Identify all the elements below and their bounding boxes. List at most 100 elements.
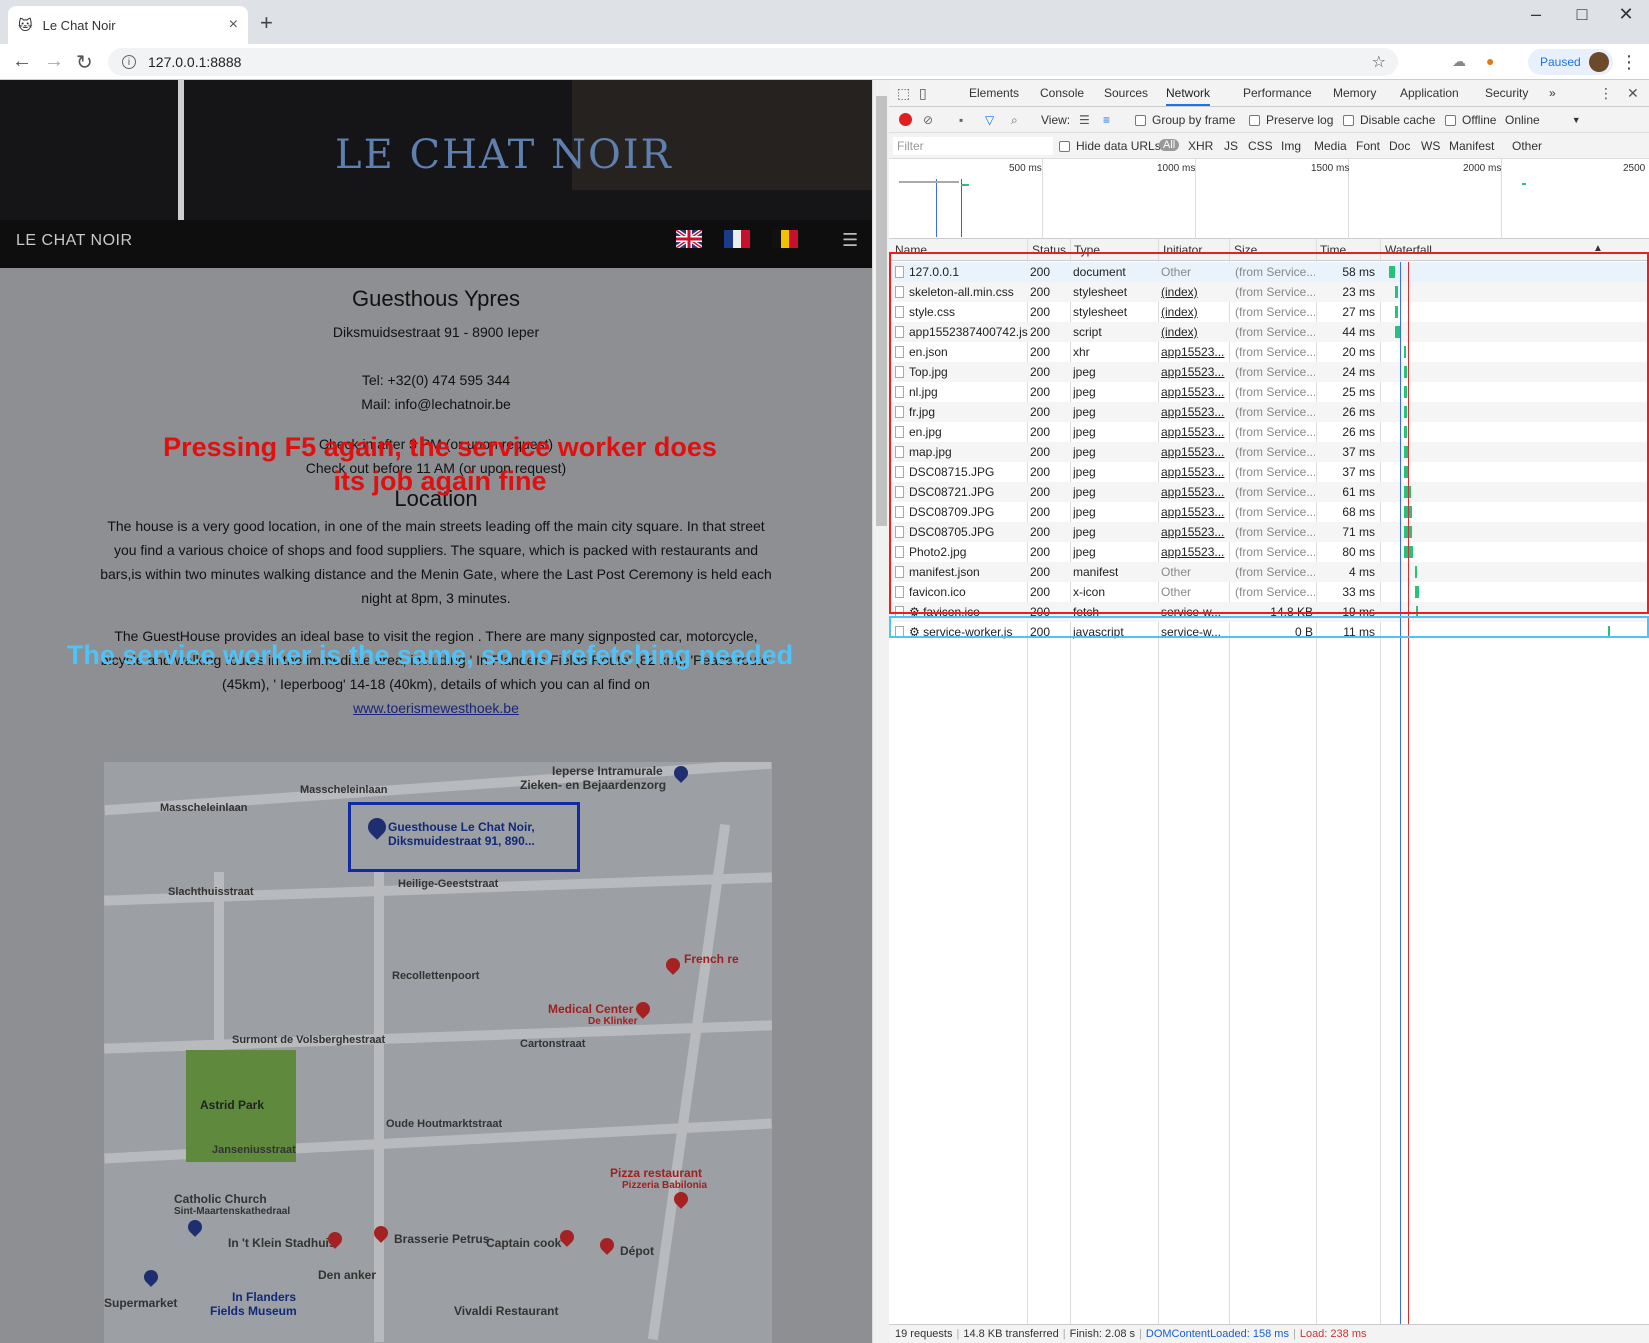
filter-font[interactable]: Font	[1356, 139, 1380, 153]
tab-security[interactable]: Security	[1485, 86, 1528, 100]
back-icon[interactable]: ←	[12, 50, 32, 73]
page-title: Guesthous Ypres	[352, 286, 520, 311]
filter-ws[interactable]: WS	[1421, 139, 1440, 153]
annotation-blue: The service worker is the same, so no re…	[66, 640, 794, 670]
address-bar[interactable]: i 127.0.0.1:8888 ☆	[108, 48, 1398, 76]
map-label: Catholic Church	[174, 1192, 267, 1206]
flag-nl-icon[interactable]	[772, 230, 798, 248]
hamburger-menu-icon[interactable]: ☰	[842, 230, 858, 251]
map-label: Ieperse Intramurale	[552, 764, 663, 778]
filter-css[interactable]: CSS	[1248, 139, 1273, 153]
network-status-bar: 19 requests | 14.8 KB transferred | Finish: …	[889, 1324, 1649, 1343]
tab-sources[interactable]: Sources	[1104, 86, 1148, 100]
page-scrollbar[interactable]	[872, 80, 889, 1343]
filter-img[interactable]: Img	[1281, 139, 1301, 153]
tab-console[interactable]: Console	[1040, 86, 1084, 100]
offline-checkbox[interactable]: Offline	[1445, 113, 1496, 127]
filter-js[interactable]: JS	[1224, 139, 1238, 153]
tab-strip: 🐱 Le Chat Noir × + – □ ✕	[0, 0, 1649, 44]
disable-cache-checkbox[interactable]: Disable cache	[1343, 113, 1435, 127]
annotation-red-line2: its job again fine	[333, 466, 547, 496]
bookmark-star-icon[interactable]: ☆	[1372, 52, 1386, 72]
devtools-close-icon[interactable]: ✕	[1627, 85, 1639, 102]
filter-doc[interactable]: Doc	[1389, 139, 1410, 153]
map-label: Zieken- en Bejaardenzorg	[520, 778, 667, 792]
map-label: Recollettenpoort	[392, 970, 480, 982]
waterfall-view-icon[interactable]: ≡	[1103, 113, 1110, 127]
network-overview[interactable]: 500 ms 1000 ms 1500 ms 2000 ms 2500	[889, 159, 1649, 239]
status-requests: 19 requests	[895, 1328, 953, 1340]
tab-close-icon[interactable]: ×	[229, 16, 238, 34]
devtools-menu-icon[interactable]: ⋮	[1599, 85, 1613, 102]
restaurant-pin-icon[interactable]	[597, 1235, 617, 1255]
inspect-element-icon[interactable]: ⬚	[897, 85, 910, 102]
browser-menu-icon[interactable]: ⋮	[1620, 52, 1638, 73]
more-tabs-icon[interactable]: »	[1549, 86, 1556, 100]
new-tab-icon[interactable]: +	[260, 10, 273, 36]
network-filter-bar: Filter Hide data URLs All XHR JS CSS Img…	[889, 133, 1649, 159]
filter-icon[interactable]: ▽	[985, 113, 994, 127]
site-brand[interactable]: LE CHAT NOIR	[16, 232, 133, 250]
church-pin-icon[interactable]	[185, 1217, 205, 1237]
filter-media[interactable]: Media	[1314, 139, 1347, 153]
throttle-select[interactable]: Online ▼	[1505, 113, 1581, 127]
tab-elements[interactable]: Elements	[969, 86, 1019, 100]
map-label: Surmont de Volsberghestraat	[232, 1034, 386, 1046]
hero-pole	[178, 80, 184, 220]
forward-icon[interactable]: →	[44, 50, 64, 73]
list-view-icon[interactable]: ☰	[1079, 113, 1090, 127]
group-by-frame-checkbox[interactable]: Group by frame	[1135, 113, 1235, 127]
filter-input[interactable]: Filter	[893, 137, 1053, 155]
maximize-icon[interactable]: □	[1559, 4, 1605, 25]
screenshot-icon[interactable]: ▪	[959, 113, 963, 127]
overview-load-line	[961, 179, 962, 237]
hide-data-urls-checkbox[interactable]: Hide data URLs	[1059, 139, 1161, 153]
preserve-log-checkbox[interactable]: Preserve log	[1249, 113, 1333, 127]
map-road	[104, 1020, 772, 1054]
flag-fr-icon[interactable]	[724, 230, 750, 248]
map-label: In 't Klein Stadhuis	[228, 1236, 336, 1250]
extension-cloud-icon[interactable]: ☁	[1452, 53, 1466, 70]
site-info-icon[interactable]: i	[122, 55, 136, 69]
tab-network[interactable]: Network	[1166, 86, 1211, 106]
tab-performance[interactable]: Performance	[1243, 86, 1312, 100]
map-label: Sint-Maartenskathedraal	[174, 1206, 291, 1217]
device-toolbar-icon[interactable]: ▯	[919, 85, 927, 102]
filter-all[interactable]: All	[1159, 139, 1180, 151]
window-close-icon[interactable]: ✕	[1603, 4, 1649, 25]
overview-bar	[961, 184, 969, 186]
map-label: Slachthuisstraat	[168, 886, 254, 898]
browser-tab[interactable]: 🐱 Le Chat Noir ×	[8, 6, 248, 44]
url-text: 127.0.0.1:8888	[148, 54, 242, 70]
devtools-panel: ⬚ ▯ Elements Console Sources Network Per…	[889, 80, 1649, 1343]
overview-bar	[899, 181, 959, 183]
shop-pin-icon[interactable]	[141, 1267, 161, 1287]
flag-en-icon[interactable]	[674, 228, 704, 250]
minimize-icon[interactable]: –	[1513, 4, 1559, 25]
clear-icon[interactable]: ⊘	[923, 113, 933, 127]
filter-other[interactable]: Other	[1512, 139, 1542, 153]
annotation-red-box	[889, 252, 1649, 614]
map-label: Supermarket	[104, 1296, 178, 1310]
map-label: Janseniusstraat	[212, 1144, 296, 1156]
tourism-link[interactable]: www.toerismewesthoek.be	[100, 696, 772, 720]
page-scrollbar-thumb[interactable]	[876, 96, 887, 526]
map-label: Dépot	[620, 1244, 654, 1258]
tab-application[interactable]: Application	[1400, 86, 1459, 100]
extension-icon[interactable]: ●	[1486, 53, 1494, 69]
overview-label: 1000 ms	[1157, 163, 1196, 174]
browser-toolbar: ← → ↻ i 127.0.0.1:8888 ☆ ☁ ● Paused ⋮	[0, 44, 1649, 80]
reload-icon[interactable]: ↻	[76, 50, 93, 75]
filter-manifest[interactable]: Manifest	[1449, 139, 1494, 153]
status-dcl: DOMContentLoaded: 158 ms	[1145, 1328, 1289, 1340]
profile-button[interactable]: Paused	[1528, 49, 1613, 75]
map-label: Cartonstraat	[520, 1038, 586, 1050]
search-icon[interactable]: ⌕	[1011, 113, 1018, 128]
restaurant-pin-icon[interactable]	[663, 955, 683, 975]
overview-gridline	[1042, 159, 1043, 239]
location-map[interactable]: Masscheleinlaan Masscheleinlaan Ieperse …	[104, 762, 772, 1343]
tab-memory[interactable]: Memory	[1333, 86, 1376, 100]
filter-xhr[interactable]: XHR	[1188, 139, 1213, 153]
devtools-tabbar: ⬚ ▯ Elements Console Sources Network Per…	[889, 80, 1649, 107]
record-icon[interactable]	[899, 113, 912, 126]
